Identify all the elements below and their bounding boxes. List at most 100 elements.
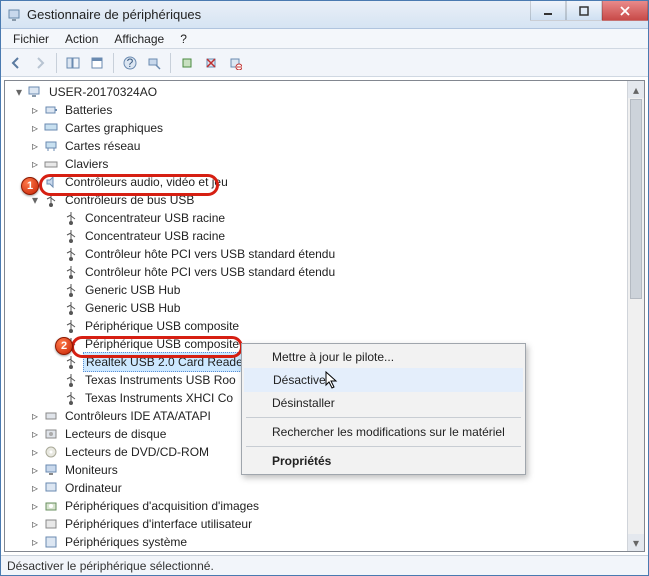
menubar: Fichier Action Affichage ? — [1, 29, 648, 49]
tree-category-hid[interactable]: ▹Périphériques d'interface utilisateur — [9, 515, 644, 533]
tree-label: Périphériques d'acquisition d'images — [63, 497, 261, 515]
tree-category-network[interactable]: ▹ Cartes réseau — [9, 137, 644, 155]
tree-category-computer[interactable]: ▹Ordinateur — [9, 479, 644, 497]
expand-icon[interactable]: ▹ — [29, 104, 41, 116]
expand-icon[interactable]: ▹ — [29, 482, 41, 494]
menu-item-update-driver[interactable]: Mettre à jour le pilote... — [244, 346, 523, 368]
tree-label: Contrôleur hôte PCI vers USB standard ét… — [83, 245, 337, 263]
monitor-icon — [43, 462, 59, 478]
imaging-icon — [43, 498, 59, 514]
menu-view[interactable]: Affichage — [108, 30, 170, 48]
titlebar[interactable]: Gestionnaire de périphériques — [1, 1, 648, 29]
computer-icon — [27, 84, 43, 100]
menu-action[interactable]: Action — [59, 30, 104, 48]
annotation-badge-1: 1 — [21, 177, 39, 195]
properties-toolbar-button[interactable] — [86, 52, 108, 74]
battery-icon — [43, 102, 59, 118]
status-text: Désactiver le périphérique sélectionné. — [7, 559, 214, 573]
scroll-thumb[interactable] — [630, 99, 642, 299]
annotation-oval-1 — [39, 174, 219, 196]
usb-device-icon — [63, 372, 79, 388]
expand-icon[interactable]: ▹ — [29, 446, 41, 458]
tree-item-usb[interactable]: Concentrateur USB racine — [9, 209, 644, 227]
menu-help[interactable]: ? — [174, 30, 193, 48]
tree-root[interactable]: ▾ USER-20170324AO — [9, 83, 644, 101]
tree-category-imaging[interactable]: ▹ Périphériques d'acquisition d'images — [9, 497, 644, 515]
scan-hardware-button[interactable] — [143, 52, 165, 74]
tree-label: Cartes graphiques — [63, 119, 165, 137]
expand-icon[interactable]: ▹ — [29, 500, 41, 512]
menu-item-disable[interactable]: Désactiver — [244, 368, 523, 392]
minimize-button[interactable] — [530, 1, 566, 21]
tree-label: Lecteurs de disque — [63, 425, 168, 443]
svg-text:?: ? — [127, 56, 134, 70]
menu-item-properties[interactable]: Propriétés — [244, 450, 523, 472]
expand-icon[interactable]: ▹ — [29, 518, 41, 530]
menu-item-scan-hardware[interactable]: Rechercher les modifications sur le maté… — [244, 421, 523, 443]
maximize-button[interactable] — [566, 1, 602, 21]
collapse-icon[interactable]: ▾ — [29, 194, 41, 206]
usb-device-icon — [63, 246, 79, 262]
expand-icon[interactable]: ▹ — [29, 122, 41, 134]
disable-toolbar-button[interactable] — [224, 52, 246, 74]
close-button[interactable] — [602, 1, 648, 21]
tree-label: Claviers — [63, 155, 110, 173]
tree-item-usb[interactable]: Concentrateur USB racine — [9, 227, 644, 245]
context-menu: Mettre à jour le pilote... Désactiver Dé… — [241, 343, 526, 475]
annotation-oval-2 — [71, 336, 243, 358]
device-manager-window: Gestionnaire de périphériques Fichier Ac… — [0, 0, 649, 576]
statusbar: Désactiver le périphérique sélectionné. — [1, 555, 648, 575]
tree-label: Concentrateur USB racine — [83, 209, 227, 227]
vertical-scrollbar[interactable]: ▴ ▾ — [627, 81, 644, 551]
tree-item-usb[interactable]: Contrôleur hôte PCI vers USB standard ét… — [9, 263, 644, 281]
expand-icon[interactable]: ▹ — [29, 140, 41, 152]
scroll-up-button[interactable]: ▴ — [628, 81, 644, 98]
tree-category-batteries[interactable]: ▹ Batteries — [9, 101, 644, 119]
expand-icon[interactable]: ▹ — [29, 536, 41, 548]
show-hide-tree-button[interactable] — [62, 52, 84, 74]
annotation-badge-2: 2 — [55, 337, 73, 355]
back-button[interactable] — [5, 52, 27, 74]
system-device-icon — [43, 534, 59, 550]
tree-label: Contrôleurs IDE ATA/ATAPI — [63, 407, 213, 425]
keyboard-icon — [43, 156, 59, 172]
expand-icon[interactable]: ▹ — [29, 410, 41, 422]
uninstall-toolbar-button[interactable] — [200, 52, 222, 74]
update-driver-button[interactable] — [176, 52, 198, 74]
expand-icon[interactable]: ▹ — [29, 464, 41, 476]
window-title: Gestionnaire de périphériques — [27, 7, 530, 22]
tree-item-usb[interactable]: Contrôleur hôte PCI vers USB standard ét… — [9, 245, 644, 263]
menu-file[interactable]: Fichier — [7, 30, 55, 48]
tree-item-usb[interactable]: Generic USB Hub — [9, 299, 644, 317]
help-toolbar-button[interactable]: ? — [119, 52, 141, 74]
menu-item-uninstall[interactable]: Désinstaller — [244, 392, 523, 414]
tree-category-system[interactable]: ▹ Périphériques système — [9, 533, 644, 551]
network-icon — [43, 138, 59, 154]
expand-icon[interactable]: ▹ — [29, 158, 41, 170]
computer-icon — [43, 480, 59, 496]
toolbar: ? — [1, 49, 648, 77]
disk-icon — [43, 426, 59, 442]
forward-button[interactable] — [29, 52, 51, 74]
tree-item-usb[interactable]: Périphérique USB composite — [9, 317, 644, 335]
usb-device-icon — [63, 282, 79, 298]
expand-icon[interactable]: ▹ — [29, 428, 41, 440]
app-icon — [7, 7, 23, 23]
tree-category-keyboards[interactable]: ▹ Claviers — [9, 155, 644, 173]
scroll-down-button[interactable]: ▾ — [628, 534, 644, 551]
tree-label: Contrôleur hôte PCI vers USB standard ét… — [83, 263, 337, 281]
tree-item-usb[interactable]: Generic USB Hub — [9, 281, 644, 299]
tree-label: Cartes réseau — [63, 137, 142, 155]
device-tree-panel: ▾ USER-20170324AO ▹ Batteries ▹ Cartes gra… — [4, 80, 645, 552]
usb-device-icon — [63, 300, 79, 316]
device-tree[interactable]: ▾ USER-20170324AO ▹ Batteries ▹ Cartes gra… — [5, 81, 644, 552]
tree-label: Lecteurs de DVD/CD-ROM — [63, 443, 211, 461]
dvd-icon — [43, 444, 59, 460]
tree-label: Texas Instruments XHCI Co — [83, 389, 235, 407]
tree-label: Batteries — [63, 101, 114, 119]
usb-device-icon — [63, 264, 79, 280]
usb-device-icon — [63, 228, 79, 244]
tree-label: Périphériques système — [63, 533, 189, 551]
tree-category-display[interactable]: ▹ Cartes graphiques — [9, 119, 644, 137]
collapse-icon[interactable]: ▾ — [13, 86, 25, 98]
